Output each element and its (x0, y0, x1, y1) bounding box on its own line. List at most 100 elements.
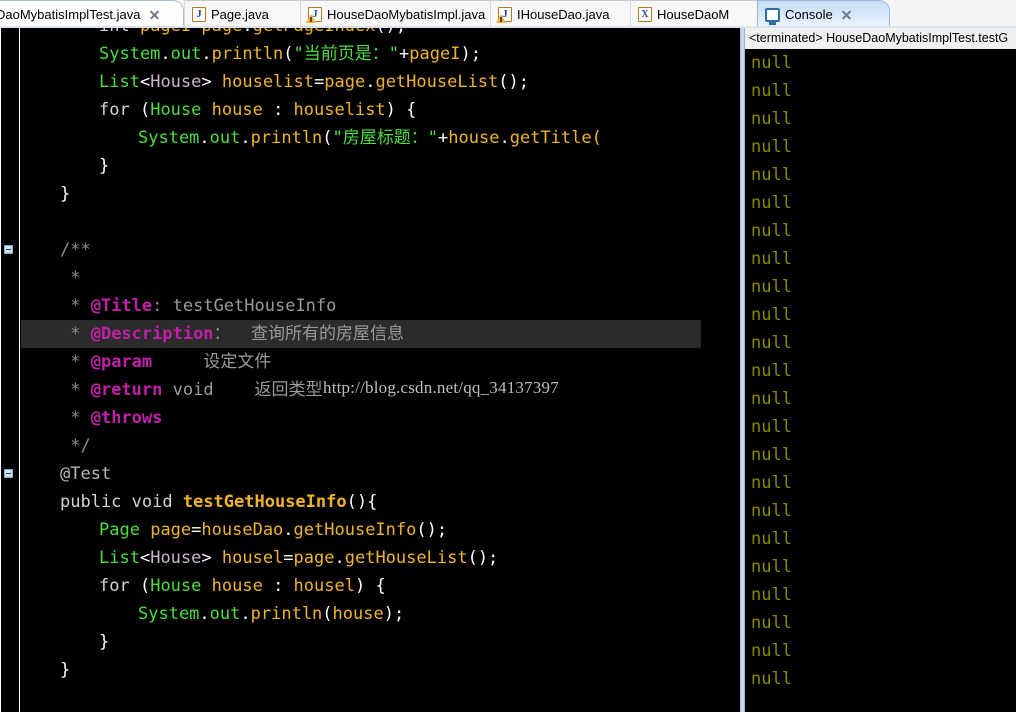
close-icon[interactable] (148, 9, 160, 21)
code-token: houseDao (201, 520, 284, 540)
editor-tab-5[interactable]: Console (757, 0, 890, 28)
code-line[interactable]: } (21, 180, 740, 208)
editor-tab-0[interactable]: DaoMybatisImplTest.java (0, 0, 184, 28)
code-token: (){ (346, 492, 378, 512)
code-token: * (60, 324, 91, 344)
code-token: (); (375, 28, 406, 36)
code-token: out (170, 44, 202, 64)
code-line[interactable]: */ (21, 432, 740, 460)
console-view[interactable]: <terminated> HouseDaoMybatisImplTest.tes… (745, 28, 1016, 712)
code-line[interactable]: } (21, 152, 740, 180)
code-line[interactable]: * @throws (21, 404, 740, 432)
code-token: ： (213, 324, 252, 344)
code-token: int (99, 28, 140, 36)
java-warning-file-icon (306, 7, 322, 23)
editor-tab-1[interactable]: Page.java (184, 0, 310, 28)
code-line[interactable]: public void testGetHouseInfo(){ (21, 488, 740, 516)
code-line[interactable]: } (21, 628, 740, 656)
console-output-line: null (751, 221, 792, 241)
code-token: * (60, 380, 91, 400)
code-line[interactable]: System.out.println(house); (21, 600, 740, 628)
code-line[interactable]: for (House house : houselist) { (21, 96, 740, 124)
code-token: */ (60, 436, 91, 456)
code-token: } (99, 156, 110, 176)
code-token: page (324, 72, 366, 92)
code-token: . (160, 44, 171, 64)
code-line[interactable]: System.out.println("当前页是："+pageI); (21, 40, 740, 68)
code-token: @Description (90, 324, 214, 344)
code-token: ( (322, 128, 333, 148)
warning-overlay-icon (496, 14, 506, 23)
editor-tab-label: HouseDaoMybatisImpl.java (327, 7, 486, 22)
console-output-line: null (751, 137, 792, 157)
console-output-line: null (751, 501, 792, 521)
code-token: House (150, 72, 202, 92)
console-output-line: null (751, 333, 792, 353)
code-token: houselist (293, 100, 386, 120)
editor-tab-label: Page.java (211, 7, 269, 22)
code-token: . (240, 128, 251, 148)
editor-tab-label: HouseDaoM (657, 7, 730, 22)
console-output-line: null (751, 641, 792, 661)
fold-collapse-icon[interactable] (4, 469, 13, 478)
code-line[interactable]: * (21, 264, 740, 292)
code-token: ); (383, 604, 405, 624)
code-token: Page (99, 520, 140, 540)
editor-tab-label: DaoMybatisImplTest.java (0, 7, 141, 22)
code-token: = (314, 72, 325, 92)
code-line[interactable]: * @Description： 查询所有的房屋信息 (21, 320, 701, 348)
code-token: println (250, 604, 323, 624)
code-token: > (201, 72, 222, 92)
code-line[interactable]: Page page=houseDao.getHouseInfo(); (21, 516, 740, 544)
editor-tab-2[interactable]: HouseDaoMybatisImpl.java (300, 0, 500, 28)
code-token: pageI (140, 28, 191, 36)
code-token: } (60, 184, 71, 204)
code-token: House (150, 100, 202, 120)
console-output-line: null (751, 53, 792, 73)
code-token: > (201, 548, 222, 568)
code-line[interactable]: /** (21, 236, 740, 264)
editor-tab-3[interactable]: IHouseDao.java (490, 0, 640, 28)
code-line[interactable]: * @Title: testGetHouseInfo (21, 292, 740, 320)
code-token: testGetHouseInfo (182, 492, 347, 512)
code-line[interactable]: int pageI=page.getPageIndex(); (21, 28, 740, 40)
code-token: house (332, 604, 384, 624)
editor-tab-bar: DaoMybatisImplTest.java Page.java HouseDao… (0, 0, 1016, 28)
gutter-edge-line (0, 28, 1, 712)
code-token: housel (221, 548, 284, 568)
code-content[interactable]: int pageI=page.getPageIndex();System.out… (21, 28, 740, 712)
code-line[interactable]: @Test (21, 460, 740, 488)
code-line[interactable]: System.out.println("房屋标题："+house.getTitl… (21, 124, 740, 152)
eclipse-ide-window: DaoMybatisImplTest.java Page.java HouseDao… (0, 0, 1016, 712)
code-token: /** (60, 240, 91, 260)
close-icon[interactable] (840, 9, 852, 21)
code-editor[interactable]: int pageI=page.getPageIndex();System.out… (0, 28, 740, 712)
code-line[interactable]: * @param 设定文件 (21, 348, 740, 376)
console-output[interactable]: null null null null null null null null null null… (745, 49, 1016, 712)
editor-gutter[interactable] (0, 28, 20, 712)
editor-tab-4[interactable]: HouseDaoM (630, 0, 770, 28)
console-output-line: null (751, 305, 792, 325)
code-token: @param (90, 352, 153, 372)
code-token: : (262, 100, 294, 120)
code-token: . (240, 604, 251, 624)
code-line[interactable]: } (21, 656, 740, 684)
code-token: . (242, 28, 252, 36)
code-line[interactable]: List<House> housel=page.getHouseList(); (21, 544, 740, 572)
code-token: 返回类型 (213, 380, 323, 400)
console-output-line: null (751, 669, 792, 689)
editor-tab-label: IHouseDao.java (517, 7, 610, 22)
code-token: void (131, 492, 183, 512)
code-line[interactable] (21, 208, 740, 236)
code-token: for (99, 100, 140, 120)
code-line[interactable]: List<House> houselist=page.getHouseList(… (21, 68, 740, 96)
code-token: . (199, 604, 210, 624)
code-line[interactable]: for (House house : housel) { (21, 572, 740, 600)
code-token: * (60, 408, 91, 428)
code-token: ( (322, 604, 333, 624)
code-token: * (60, 352, 91, 372)
code-token: (); (498, 72, 529, 92)
code-token: ) { (385, 100, 417, 120)
fold-collapse-icon[interactable] (4, 245, 13, 254)
code-token: for (99, 576, 140, 596)
